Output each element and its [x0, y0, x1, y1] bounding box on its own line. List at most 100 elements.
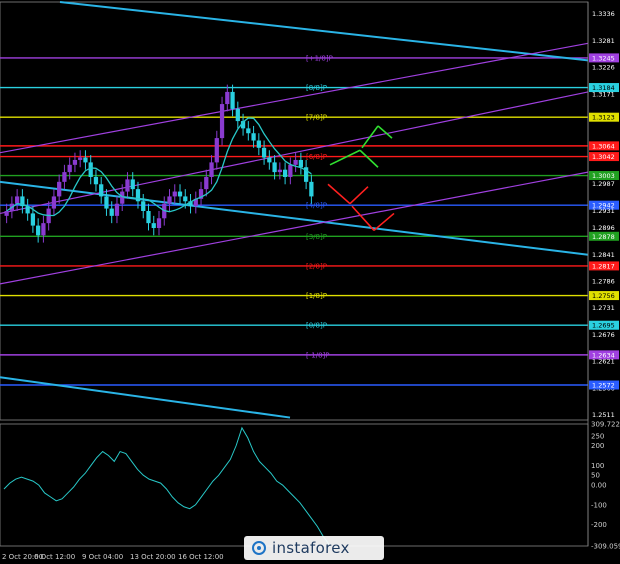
candle-body: [67, 164, 72, 173]
price-tick-label: 1.3336: [592, 10, 615, 18]
candle-body: [78, 157, 83, 160]
price-tick-label: 1.2931: [592, 207, 615, 215]
candle-body: [30, 213, 36, 226]
candle-body: [219, 104, 225, 139]
cci-tick-label: -200: [591, 521, 607, 529]
candle-body: [99, 184, 104, 197]
cci-tick-label: 100: [591, 462, 604, 470]
candle-body: [309, 181, 314, 197]
candle-body: [204, 176, 209, 190]
candle-body: [135, 189, 141, 202]
candle-body: [177, 191, 183, 197]
price-tick-label: 1.2511: [592, 411, 615, 419]
price-tick-label: 1.2817: [592, 262, 615, 270]
murrey-level-label: [8/8]P: [306, 84, 327, 92]
candle-body: [298, 159, 303, 168]
candle-body: [267, 157, 272, 163]
price-tick-label: 1.3064: [592, 142, 615, 150]
candle-body: [209, 162, 214, 177]
candle-body: [172, 191, 177, 197]
instaforex-logo-icon: [252, 541, 266, 555]
candle-body: [272, 162, 277, 173]
murrey-level-label: [3/8]P: [306, 233, 327, 241]
candle-body: [62, 172, 67, 182]
price-tick-label: 1.2756: [592, 292, 615, 300]
price-tick-label: 1.3042: [592, 153, 615, 161]
time-tick-label: 13 Oct 20:00: [130, 553, 176, 561]
candle-body: [125, 179, 130, 192]
price-tick-label: 1.3281: [592, 37, 615, 45]
price-tick-label: 1.3245: [592, 54, 615, 62]
candle-body: [277, 169, 282, 173]
candle-body: [167, 196, 172, 204]
candle-body: [130, 179, 135, 190]
murrey-level-label: [4/8]P: [306, 202, 327, 210]
candle-body: [225, 91, 230, 105]
candle-body: [41, 223, 46, 236]
candle-body: [109, 208, 114, 216]
candle-body: [93, 176, 99, 185]
candle-body: [288, 164, 293, 177]
time-tick-label: 6 Oct 12:00: [34, 553, 75, 561]
candle-body: [104, 196, 109, 209]
candle-body: [72, 159, 78, 165]
candle-body: [36, 225, 41, 236]
cci-indicator-pane: [0, 423, 589, 547]
candle-body: [246, 128, 251, 134]
candle-body: [183, 196, 188, 202]
instaforex-logo: instaforex: [244, 536, 384, 560]
cci-axis: 309.7227 250 200 100 50 0.00 -100 -200 -309.059: [591, 421, 620, 551]
candle-body: [114, 203, 120, 216]
murrey-level-label: [2/8]P: [306, 262, 327, 270]
main-pane-frame: [0, 1, 589, 421]
candle-body: [51, 196, 57, 209]
candle-body: [230, 91, 235, 109]
cci-tick-label: -309.059: [591, 543, 620, 551]
cci-tick-label: 200: [591, 442, 604, 450]
murrey-level-label: [1/8]P: [306, 292, 327, 300]
price-tick-label: 1.2786: [592, 277, 615, 285]
candle-body: [88, 162, 93, 177]
candle-body: [83, 157, 88, 163]
candle-body: [141, 201, 146, 211]
price-tick-label: 1.2841: [592, 251, 615, 259]
candle-body: [251, 133, 256, 141]
candle-body: [151, 223, 156, 229]
murrey-level-label: [-1/8]P: [306, 351, 329, 359]
time-tick-label: 16 Oct 12:00: [178, 553, 224, 561]
candle-body: [120, 191, 125, 204]
price-tick-label: 1.2878: [592, 233, 615, 241]
price-chart: [+1/8]P [8/8]P [7/8]P [6/8]P [4/8]P [3/8]P [2/…: [0, 1, 620, 561]
main-chart-pane: [+1/8]P [8/8]P [7/8]P [6/8]P [4/8]P [3/8]P [2/…: [0, 1, 589, 421]
cci-tick-label: 0.00: [591, 482, 607, 490]
candle-body: [214, 138, 219, 163]
price-tick-label: 1.3226: [592, 64, 615, 72]
candle-body: [57, 181, 62, 197]
candle-body: [256, 140, 261, 148]
price-tick-label: 1.2896: [592, 224, 615, 232]
price-tick-label: 1.2695: [592, 322, 615, 330]
candle-body: [293, 159, 298, 165]
cci-tick-label: -100: [591, 501, 607, 509]
time-tick-label: 9 Oct 04:00: [82, 553, 123, 561]
candle-body: [156, 218, 162, 229]
candle-body: [261, 147, 267, 158]
candle-body: [282, 169, 288, 177]
cci-tick-label: 250: [591, 432, 604, 440]
price-tick-label: 1.2676: [592, 331, 615, 339]
candle-body: [15, 196, 20, 204]
time-axis: 2 Oct 20:006 Oct 12:00 9 Oct 04:00 13 Oct …: [2, 553, 224, 561]
cci-tick-label: 309.7227: [591, 421, 620, 429]
murrey-level-label: [6/8]P: [306, 153, 327, 161]
murrey-level-label: [7/8]P: [306, 114, 327, 122]
candle-body: [4, 211, 9, 216]
murrey-level-label: [+1/8]P: [306, 54, 333, 62]
price-tick-label: 1.2731: [592, 304, 615, 312]
price-tick-label: 1.3171: [592, 90, 615, 98]
price-tick-label: 1.2572: [592, 382, 615, 390]
cci-tick-label: 50: [591, 472, 600, 480]
candle-body: [235, 108, 240, 122]
logo-text: instaforex: [272, 539, 350, 557]
candle-body: [146, 211, 151, 224]
price-tick-label: 1.3123: [592, 114, 615, 122]
